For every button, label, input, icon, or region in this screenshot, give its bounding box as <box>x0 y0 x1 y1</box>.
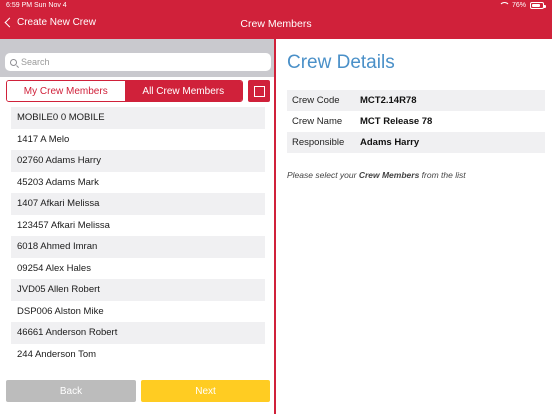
status-date: Sun Nov 4 <box>34 2 67 9</box>
nav-title: Crew Members <box>240 18 312 30</box>
status-bar: 6:59 PM Sun Nov 4 76% <box>0 0 552 12</box>
detail-value: MCT Release 78 <box>360 116 433 127</box>
detail-label: Responsible <box>292 137 345 148</box>
tab-all-crew-members[interactable]: All Crew Members <box>124 81 242 101</box>
next-button[interactable]: Next <box>141 380 270 402</box>
hint-prefix: Please select your <box>287 170 359 180</box>
details-title: Crew Details <box>287 52 395 73</box>
wifi-icon <box>498 2 510 9</box>
detail-label: Crew Code <box>292 95 340 106</box>
checkbox-icon <box>253 85 265 97</box>
battery-percent: 76% <box>511 2 526 9</box>
filter-row: My Crew Members All Crew Members <box>6 80 270 102</box>
battery-fill <box>532 4 540 7</box>
member-list[interactable]: MOBILE0 0 MOBILE 1417 A Melo 02760 Adams H… <box>11 107 265 370</box>
header: 6:59 PM Sun Nov 4 76% Create New Crew Cr… <box>0 0 552 39</box>
search-bar <box>0 39 276 77</box>
status-right: 76% <box>498 2 546 9</box>
segmented-control: My Crew Members All Crew Members <box>6 80 243 102</box>
selection-hint: Please select your Crew Members from the… <box>287 170 466 180</box>
detail-value: MCT2.14R78 <box>360 95 417 106</box>
detail-row-crew-name: Crew Name MCT Release 78 <box>287 111 545 132</box>
list-item[interactable]: 02760 Adams Harry <box>11 150 265 172</box>
list-item[interactable]: 46661 Anderson Robert <box>11 322 265 344</box>
select-all-checkbox[interactable] <box>248 80 270 102</box>
hint-bold: Crew Members <box>358 170 420 180</box>
detail-value: Adams Harry <box>360 137 420 148</box>
details-table: Crew Code MCT2.14R78 Crew Name MCT Relea… <box>287 90 545 153</box>
detail-row-crew-code: Crew Code MCT2.14R78 <box>287 90 545 111</box>
tab-my-crew-members[interactable]: My Crew Members <box>7 81 125 101</box>
list-item[interactable]: JVD05 Allen Robert <box>11 279 265 301</box>
list-item[interactable]: 1407 Afkari Melissa <box>11 193 265 215</box>
search-input[interactable] <box>21 57 261 67</box>
detail-row-responsible: Responsible Adams Harry <box>287 132 545 153</box>
detail-label: Crew Name <box>292 116 343 127</box>
list-item[interactable]: 123457 Afkari Melissa <box>11 214 265 236</box>
list-item[interactable]: 244 Anderson Tom <box>11 343 265 365</box>
search-icon <box>10 58 17 66</box>
list-item[interactable]: 6018 Ahmed Imran <box>11 236 265 258</box>
list-item[interactable]: DSP006 Alston Mike <box>11 300 265 322</box>
list-item[interactable]: 1417 A Melo <box>11 128 265 150</box>
list-item[interactable]: 45203 Adams Mark <box>11 171 265 193</box>
members-panel: My Crew Members All Crew Members MOBILE0… <box>0 39 276 414</box>
back-button[interactable]: Back <box>6 380 136 402</box>
status-time: 6:59 PM <box>6 2 33 9</box>
hint-suffix: from the list <box>419 170 466 180</box>
list-item[interactable]: MOBILE0 0 MOBILE <box>11 107 265 129</box>
search-box[interactable] <box>5 53 271 71</box>
battery-icon <box>530 2 546 9</box>
list-item[interactable]: 09254 Alex Hales <box>11 257 265 279</box>
crew-details-panel: Crew Details Crew Code MCT2.14R78 Crew N… <box>276 39 552 414</box>
